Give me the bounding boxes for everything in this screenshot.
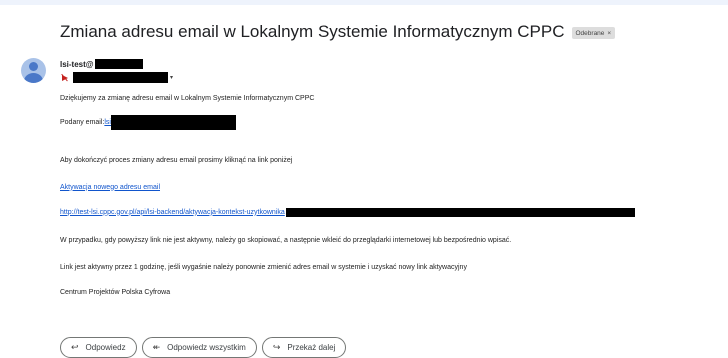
body-fallback-note: W przypadku, gdy powyższy link nie jest … xyxy=(60,236,512,244)
reply-all-button-label: Odpowiedz wszystkim xyxy=(167,343,246,352)
redacted-sender-domain xyxy=(94,59,143,69)
reply-button[interactable]: ↩ Odpowiedz xyxy=(60,337,137,358)
inbox-label-chip[interactable]: Odebrane × xyxy=(571,27,616,39)
sender-address[interactable]: lsi-test@ xyxy=(60,60,94,69)
redacted-url-token xyxy=(285,207,635,217)
top-divider xyxy=(0,0,728,5)
reply-button-label: Odpowiedz xyxy=(85,343,126,352)
avatar-body-shape xyxy=(24,73,43,83)
body-email-line: Podany email: lsi xyxy=(60,115,236,130)
forward-icon: ↪ xyxy=(272,342,281,352)
forward-button[interactable]: ↪ Przekaż dalej xyxy=(261,337,347,358)
body-greeting: Dziękujemy za zmianę adresu email w Loka… xyxy=(60,94,315,102)
sender-avatar[interactable] xyxy=(21,58,46,83)
inbox-label-text: Odebrane xyxy=(575,29,605,37)
subject-row: Zmiana adresu email w Lokalnym Systemie … xyxy=(60,21,616,43)
chevron-down-icon[interactable]: ▾ xyxy=(170,74,173,81)
activation-url-link[interactable]: http://test-lsi.cppc.gov.pl/api/lsi-back… xyxy=(60,209,285,216)
recipient-row: ▾ xyxy=(60,71,173,83)
activation-url-row: http://test-lsi.cppc.gov.pl/api/lsi-back… xyxy=(60,207,635,217)
redacted-recipient xyxy=(73,71,168,83)
forward-button-label: Przekaż dalej xyxy=(287,343,336,352)
email-view: Zmiana adresu email w Lokalnym Systemie … xyxy=(0,0,728,358)
unimportant-icon[interactable] xyxy=(60,73,69,82)
avatar-head-shape xyxy=(29,62,38,71)
remove-label-icon[interactable]: × xyxy=(607,30,611,37)
activation-link-row: Aktywacja nowego adresu email xyxy=(60,182,160,192)
activation-link[interactable]: Aktywacja nowego adresu email xyxy=(60,184,160,191)
email-value-link[interactable]: lsi xyxy=(104,119,111,126)
action-buttons: ↩ Odpowiedz ↞ Odpowiedz wszystkim ↪ Prze… xyxy=(60,337,351,358)
reply-icon: ↩ xyxy=(71,342,79,352)
body-expiry-note: Link jest aktywny przez 1 godzinę, jeśli… xyxy=(60,263,467,271)
reply-all-icon: ↞ xyxy=(152,342,161,352)
body-signature: Centrum Projektów Polska Cyfrowa xyxy=(60,288,171,296)
email-subject: Zmiana adresu email w Lokalnym Systemie … xyxy=(60,22,565,41)
redacted-email-value xyxy=(110,115,236,130)
body-instruction: Aby dokończyć proces zmiany adresu email… xyxy=(60,156,293,164)
email-label: Podany email: xyxy=(60,119,105,126)
reply-all-button[interactable]: ↞ Odpowiedz wszystkim xyxy=(141,337,257,358)
sender-row: lsi-test@ xyxy=(60,59,143,69)
